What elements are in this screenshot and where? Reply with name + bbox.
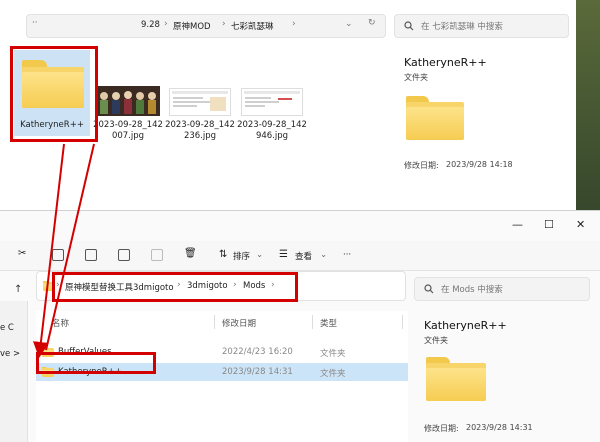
drag-arrow-icon bbox=[32, 143, 95, 358]
